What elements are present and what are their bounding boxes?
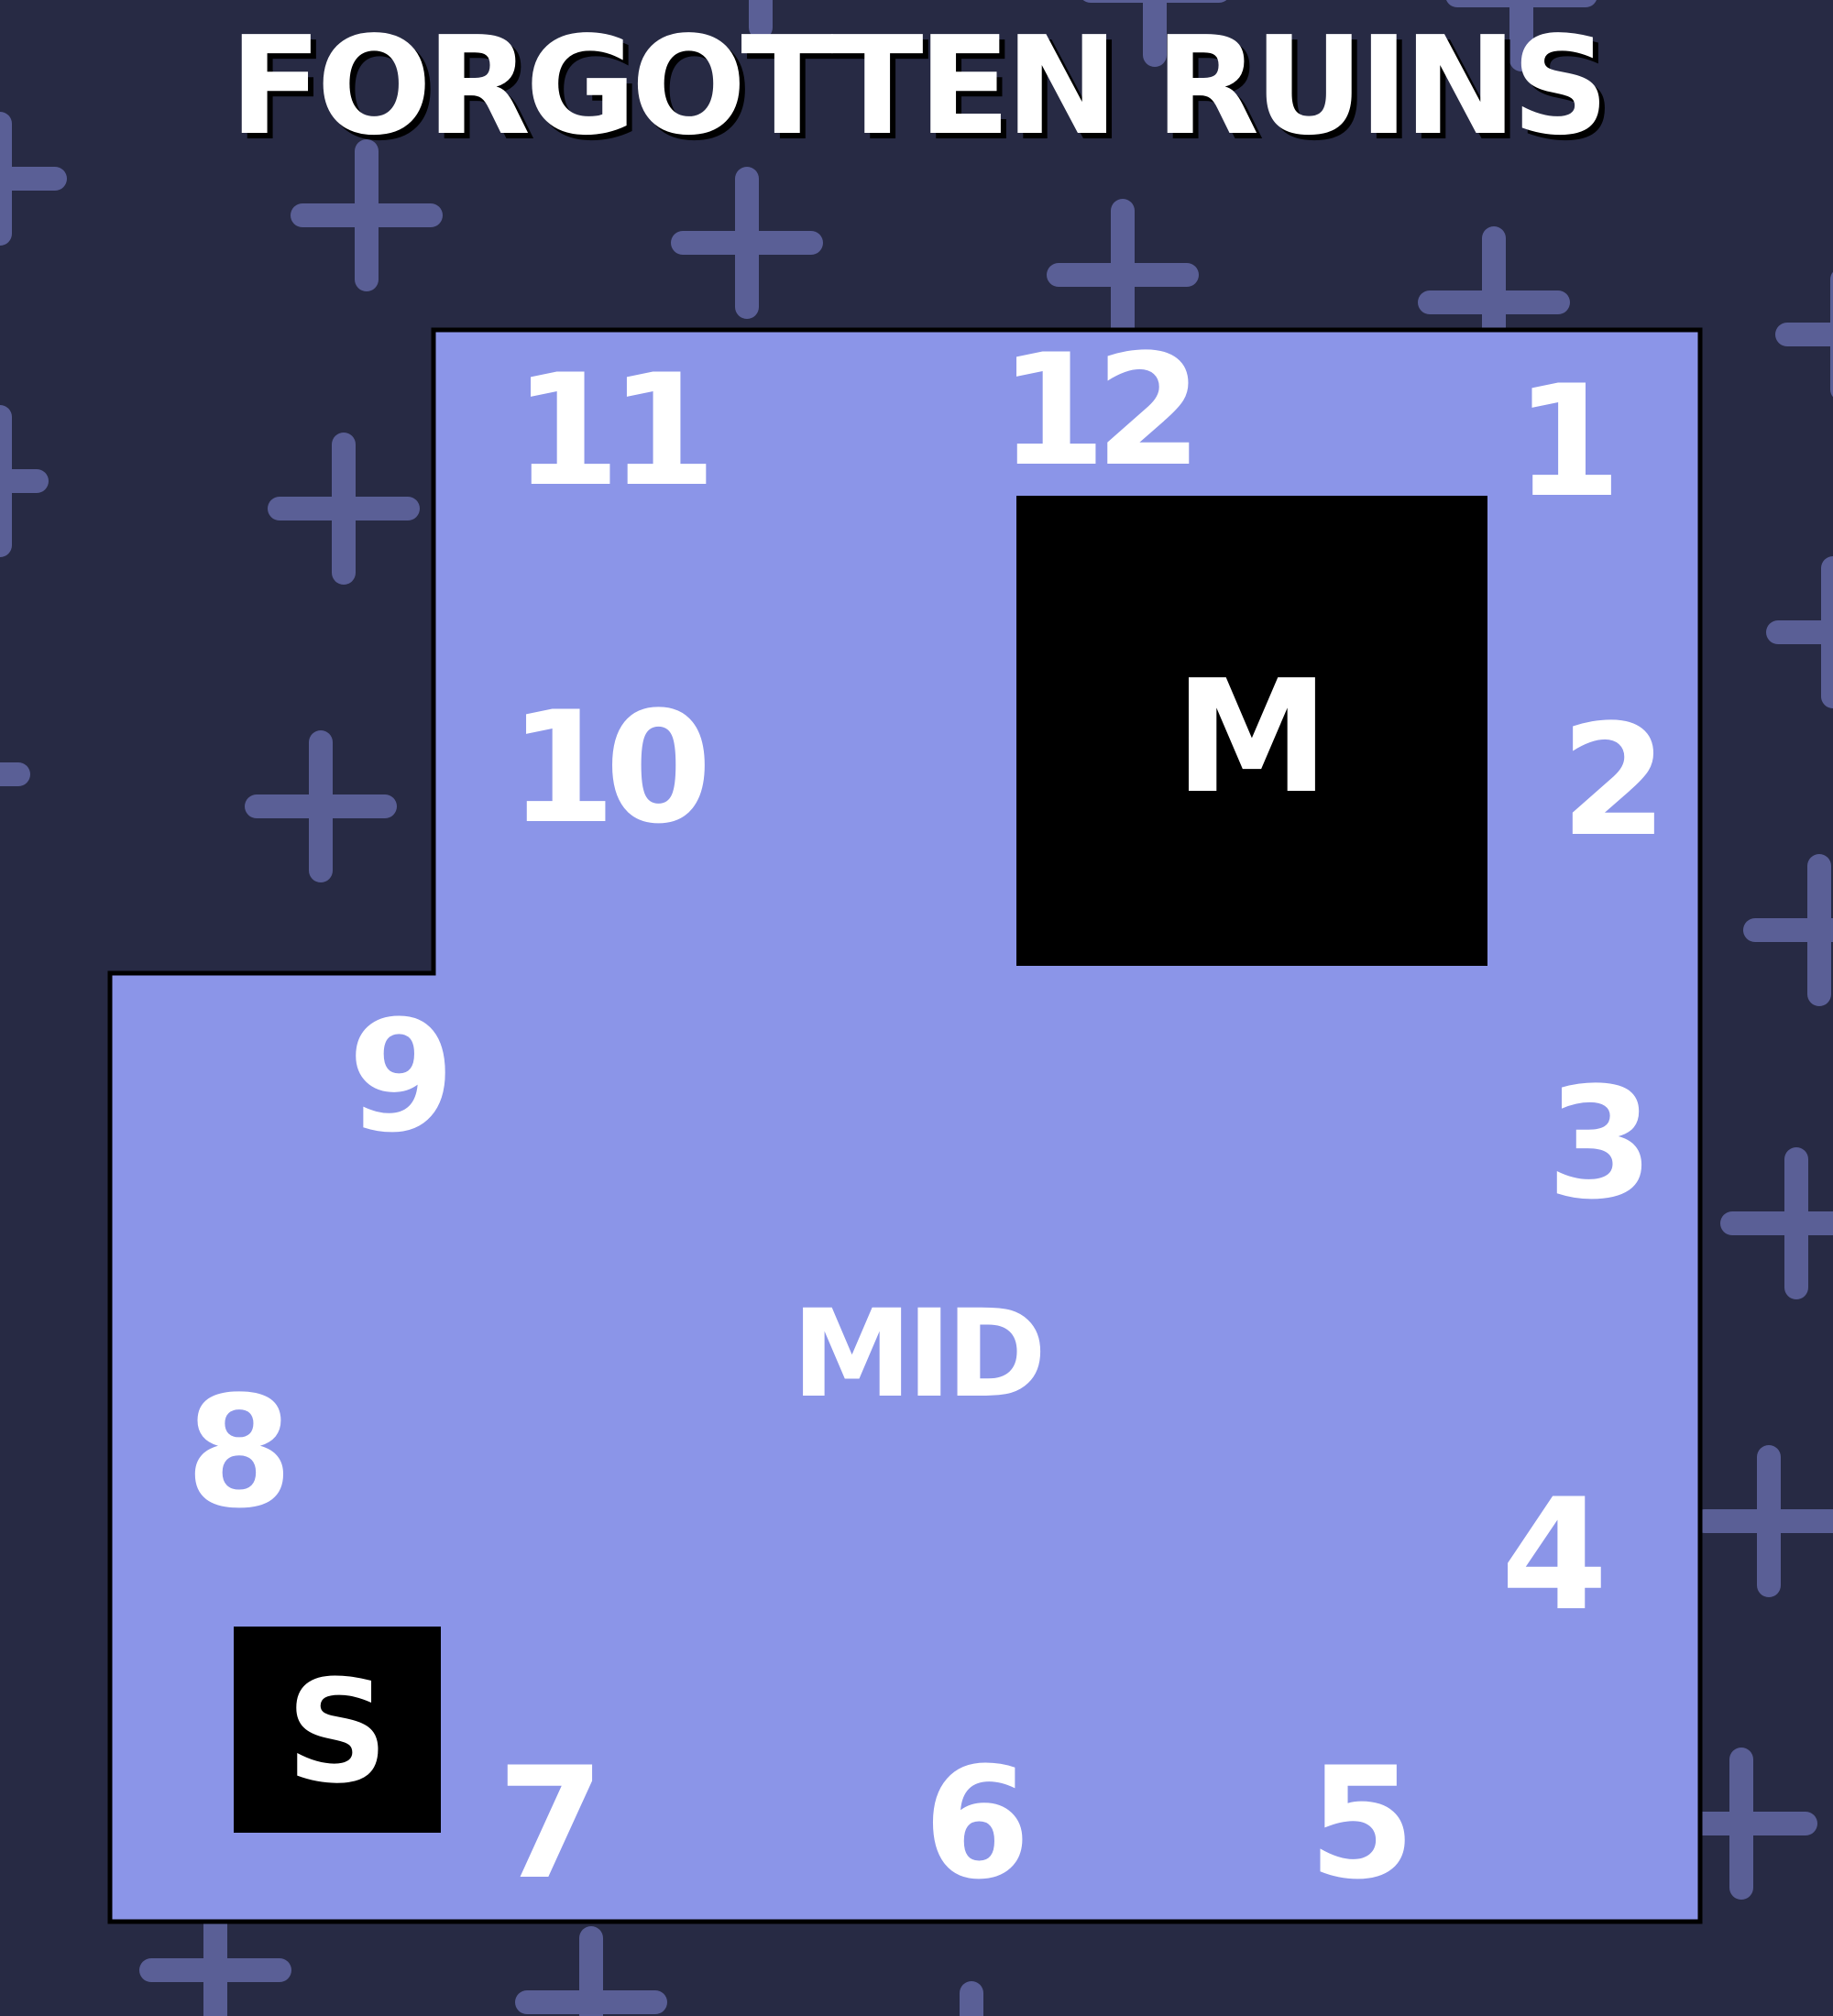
position-label-2: 2 [1561, 691, 1657, 871]
m-block-label: M [1174, 647, 1329, 828]
map-stage: M S MID 1 2 3 4 5 6 7 8 9 10 11 12 FORGO… [0, 0, 1833, 2016]
arena-map: M S MID 1 2 3 4 5 6 7 8 9 10 11 12 [107, 321, 1703, 1924]
position-label-3: 3 [1547, 1054, 1643, 1233]
position-label-11: 11 [513, 341, 707, 520]
spawn-label: S [286, 1649, 389, 1815]
position-label-5: 5 [1309, 1734, 1406, 1913]
mid-label: MID [792, 1284, 1041, 1425]
position-label-4: 4 [1501, 1465, 1602, 1645]
position-label-6: 6 [924, 1734, 1023, 1913]
map-title: FORGOTTEN RUINS [229, 7, 1609, 165]
position-label-12: 12 [999, 321, 1191, 500]
position-label-9: 9 [348, 987, 446, 1167]
position-label-8: 8 [186, 1363, 284, 1542]
position-label-10: 10 [509, 678, 705, 858]
position-label-7: 7 [498, 1734, 594, 1913]
position-label-1: 1 [1515, 352, 1612, 531]
